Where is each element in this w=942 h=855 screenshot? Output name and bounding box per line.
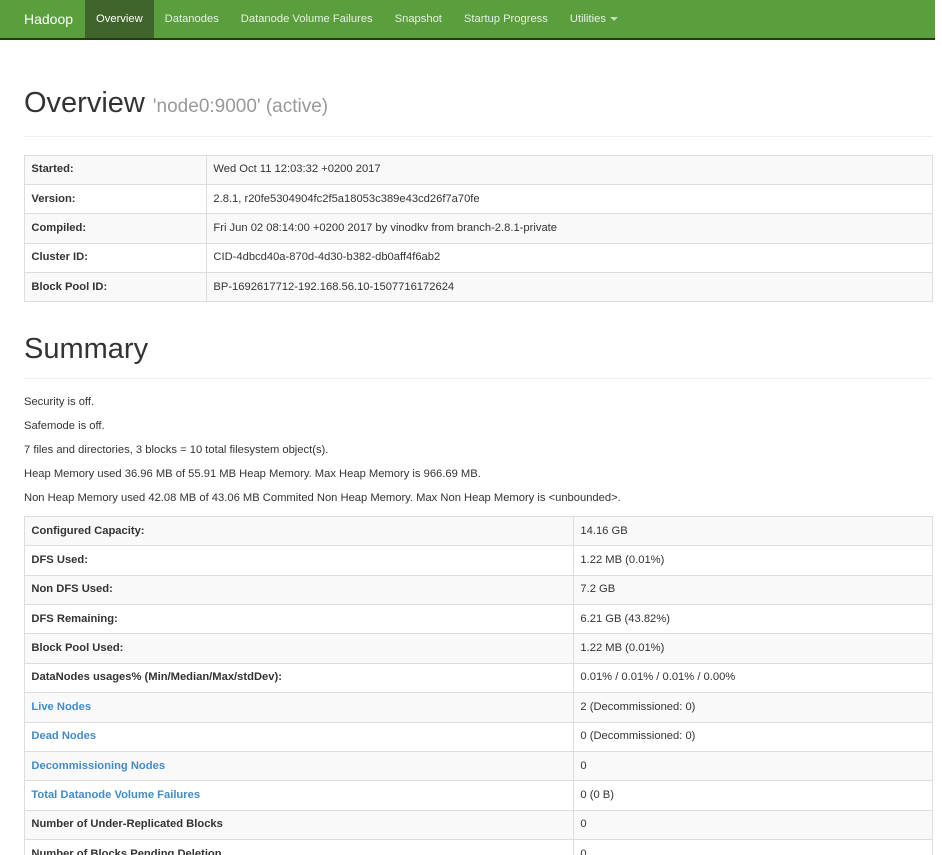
- row-value: Fri Jun 02 08:14:00 +0200 2017 by vinodk…: [206, 213, 933, 244]
- table-row-dfs-remaining: DFS Remaining: 6.21 GB (43.82%): [24, 603, 933, 635]
- non-heap-memory-text: Non Heap Memory used 42.08 MB of 43.06 M…: [24, 491, 621, 504]
- filesystem-objects-text: 7 files and directories, 3 blocks = 10 t…: [24, 443, 329, 456]
- nav-link-snapshot[interactable]: Snapshot: [384, 0, 453, 38]
- row-value: 7.2 GB: [573, 574, 933, 606]
- nav-link-startup-progress[interactable]: Startup Progress: [453, 0, 559, 38]
- page-subtitle: 'node0:9000' (active): [152, 96, 329, 117]
- table-row-under-replicated-blocks: Number of Under-Replicated Blocks 0: [24, 809, 933, 841]
- safemode-status-text: Safemode is off.: [24, 419, 105, 432]
- table-row-block-pool-used: Block Pool Used: 1.22 MB (0.01%): [24, 633, 933, 664]
- nav-item-datanodes: Datanodes: [154, 0, 230, 38]
- row-label: DFS Remaining:: [24, 603, 574, 635]
- table-row-version: Version: 2.8.1, r20fe5304904fc2f5a18053c3…: [24, 183, 933, 215]
- row-value: Wed Oct 11 12:03:32 +0200 2017: [206, 154, 933, 185]
- row-label: Started:: [24, 154, 207, 185]
- total-datanode-volume-failures-link[interactable]: Total Datanode Volume Failures: [31, 789, 200, 801]
- row-label: Compiled:: [24, 213, 207, 244]
- row-value: 0 (Decommissioned: 0): [573, 721, 933, 752]
- table-row-volume-failures: Total Datanode Volume Failures 0 (0 B): [24, 780, 933, 811]
- nav-item-startup-progress: Startup Progress: [453, 0, 559, 38]
- row-value: 0 (0 B): [573, 780, 933, 811]
- heap-memory-text: Heap Memory used 36.96 MB of 55.91 MB He…: [24, 467, 481, 480]
- row-label: Cluster ID:: [24, 242, 207, 274]
- nav-link-utilities-dropdown[interactable]: Utilities: [559, 0, 629, 38]
- table-row-dead-nodes: Dead Nodes 0 (Decommissioned: 0): [24, 721, 933, 752]
- row-label: Number of Blocks Pending Deletion: [24, 838, 574, 855]
- row-label: Dead Nodes: [24, 721, 574, 752]
- page-title: Overview 'node0:9000' (active): [24, 87, 933, 123]
- table-row-live-nodes: Live Nodes 2 (Decommissioned: 0): [24, 692, 933, 723]
- summary-table: Configured Capacity: 14.16 GB DFS Used: 1.…: [24, 515, 933, 855]
- chevron-down-icon: [609, 17, 618, 22]
- page: Hadoop Overview Datanodes Datanode Volum…: [0, 0, 935, 855]
- row-label: Total Datanode Volume Failures: [24, 780, 574, 811]
- row-value: 14.16 GB: [573, 515, 933, 547]
- row-value: CID-4dbcd40a-870d-4d30-b382-db0aff4f6ab2: [206, 242, 933, 274]
- namenode-info-table: Started: Wed Oct 11 12:03:32 +0200 2017 V…: [24, 154, 933, 303]
- main-content: Overview 'node0:9000' (active) Started: W…: [24, 56, 933, 855]
- row-label: Configured Capacity:: [24, 515, 574, 547]
- summary-divider: [24, 377, 933, 379]
- table-row-decommissioning-nodes: Decommissioning Nodes 0: [24, 750, 933, 782]
- table-row-compiled: Compiled: Fri Jun 02 08:14:00 +0200 2017 …: [24, 213, 933, 244]
- table-row-blocks-pending-deletion: Number of Blocks Pending Deletion 0: [24, 838, 933, 855]
- summary-heading: Summary: [24, 333, 149, 366]
- row-label: Non DFS Used:: [24, 574, 574, 606]
- page-header-divider: [24, 135, 933, 137]
- row-value: 1.22 MB (0.01%): [573, 545, 933, 576]
- row-value: 0: [573, 838, 933, 855]
- decommissioning-nodes-link[interactable]: Decommissioning Nodes: [31, 760, 165, 772]
- row-value: BP-1692617712-192.168.56.10-150771617262…: [206, 271, 933, 303]
- row-label: Block Pool Used:: [24, 633, 574, 664]
- row-value: 2.8.1, r20fe5304904fc2f5a18053c389e43cd2…: [206, 183, 933, 215]
- table-row-datanodes-usages: DataNodes usages% (Min/Median/Max/stdDev…: [24, 662, 933, 694]
- table-row-non-dfs-used: Non DFS Used: 7.2 GB: [24, 574, 933, 606]
- brand-hadoop[interactable]: Hadoop: [12, 0, 85, 38]
- row-label: Block Pool ID:: [24, 271, 207, 303]
- nav-item-overview: Overview: [85, 0, 154, 38]
- nav-utilities-label: Utilities: [569, 13, 606, 25]
- row-label: DFS Used:: [24, 545, 574, 576]
- row-label: Decommissioning Nodes: [24, 750, 574, 782]
- table-row-block-pool-id: Block Pool ID: BP-1692617712-192.168.56.1…: [24, 271, 933, 303]
- nav-link-datanodes[interactable]: Datanodes: [154, 0, 230, 38]
- navbar-menu: Overview Datanodes Datanode Volume Failu…: [85, 0, 629, 38]
- live-nodes-link[interactable]: Live Nodes: [31, 701, 91, 713]
- table-row-cluster-id: Cluster ID: CID-4dbcd40a-870d-4d30-b382-d…: [24, 242, 933, 274]
- nav-link-overview[interactable]: Overview: [85, 0, 154, 38]
- row-value: 2 (Decommissioned: 0): [573, 692, 933, 723]
- row-value: 0.01% / 0.01% / 0.01% / 0.00%: [573, 662, 933, 694]
- navbar-inner: Hadoop Overview Datanodes Datanode Volum…: [0, 0, 935, 38]
- row-label: Live Nodes: [24, 692, 574, 723]
- navbar: Hadoop Overview Datanodes Datanode Volum…: [0, 0, 935, 40]
- table-row-started: Started: Wed Oct 11 12:03:32 +0200 2017: [24, 154, 933, 185]
- dead-nodes-link[interactable]: Dead Nodes: [31, 730, 96, 742]
- row-value: 0: [573, 809, 933, 841]
- nav-link-datanode-volume-failures[interactable]: Datanode Volume Failures: [230, 0, 384, 38]
- row-value: 6.21 GB (43.82%): [573, 603, 933, 635]
- table-row-configured-capacity: Configured Capacity: 14.16 GB: [24, 515, 933, 547]
- nav-item-snapshot: Snapshot: [384, 0, 453, 38]
- row-label: Number of Under-Replicated Blocks: [24, 809, 574, 841]
- page-title-text: Overview: [24, 87, 145, 119]
- nav-item-utilities: Utilities: [559, 0, 629, 38]
- table-row-dfs-used: DFS Used: 1.22 MB (0.01%): [24, 545, 933, 576]
- row-value: 0: [573, 750, 933, 782]
- row-label: Version:: [24, 183, 207, 215]
- row-label: DataNodes usages% (Min/Median/Max/stdDev…: [24, 662, 574, 694]
- row-value: 1.22 MB (0.01%): [573, 633, 933, 664]
- nav-item-datanode-volume-failures: Datanode Volume Failures: [230, 0, 384, 38]
- security-status-text: Security is off.: [24, 395, 95, 408]
